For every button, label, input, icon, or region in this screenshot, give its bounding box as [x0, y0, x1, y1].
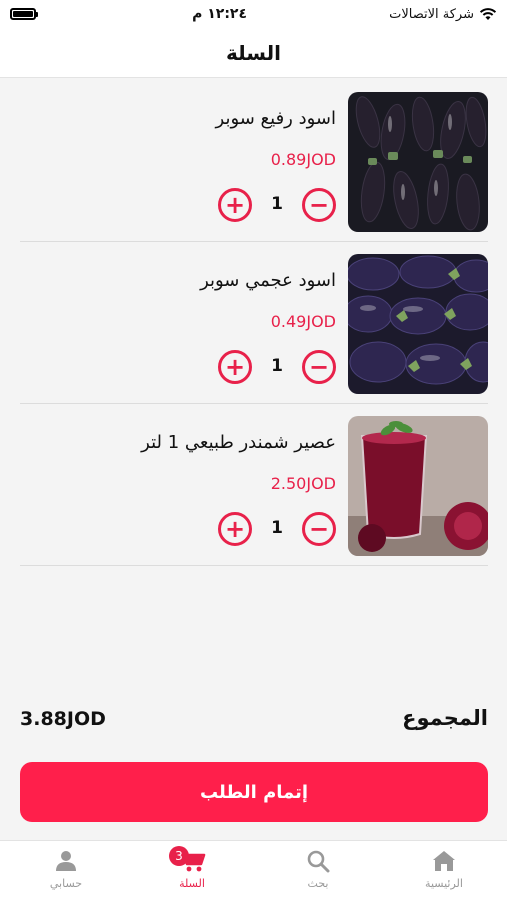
- cart-count-badge: 3: [169, 846, 189, 866]
- status-time: ١٢:٢٤ م: [192, 6, 248, 22]
- total-value: 3.88JOD: [20, 708, 106, 730]
- quantity-stepper: + 1 −: [218, 188, 336, 222]
- search-icon: [307, 850, 330, 873]
- minus-icon: −: [308, 353, 330, 381]
- product-image[interactable]: [348, 254, 488, 394]
- tab-bar: الرئيسية بحث 3 السلة حسابي: [0, 840, 507, 900]
- quantity-stepper: + 1 −: [218, 350, 336, 384]
- cart-item: اسود عجمي سوبر 0.49JOD + 1 −: [20, 242, 488, 404]
- decrease-quantity-button[interactable]: −: [302, 188, 336, 222]
- tab-home[interactable]: الرئيسية: [381, 841, 507, 900]
- tab-label: السلة: [179, 877, 205, 890]
- product-price: 0.49JOD: [270, 312, 336, 331]
- total-label: المجموع: [402, 706, 488, 730]
- tab-cart[interactable]: 3 السلة: [129, 841, 255, 900]
- product-price: 0.89JOD: [270, 150, 336, 169]
- tab-search[interactable]: بحث: [255, 841, 381, 900]
- status-bar: ١٢:٢٤ م شركة الاتصالات: [0, 0, 507, 28]
- minus-icon: −: [308, 515, 330, 543]
- minus-icon: −: [308, 191, 330, 219]
- tab-label: حسابي: [49, 877, 83, 890]
- checkout-button[interactable]: إتمام الطلب: [20, 762, 488, 822]
- cart-item: عصير شمندر طبيعي 1 لتر 2.50JOD + 1 −: [20, 404, 488, 566]
- header: السلة: [0, 28, 507, 78]
- carrier-name: شركة الاتصالات: [389, 6, 474, 22]
- quantity-stepper: + 1 −: [218, 512, 336, 546]
- product-image[interactable]: [348, 416, 488, 556]
- tab-label: بحث: [307, 877, 329, 890]
- product-name: اسود رفيع سوبر: [215, 108, 336, 129]
- product-price: 2.50JOD: [270, 474, 336, 493]
- cart-item: اسود رفيع سوبر 0.89JOD + 1 −: [20, 80, 488, 242]
- decrease-quantity-button[interactable]: −: [302, 350, 336, 384]
- tab-label: الرئيسية: [425, 877, 463, 890]
- page-title: السلة: [225, 40, 281, 65]
- tab-account[interactable]: حسابي: [3, 841, 129, 900]
- product-image[interactable]: [348, 92, 488, 232]
- decrease-quantity-button[interactable]: −: [302, 512, 336, 546]
- product-name: اسود عجمي سوبر: [200, 270, 336, 291]
- battery-icon: [10, 8, 38, 20]
- product-name: عصير شمندر طبيعي 1 لتر: [141, 432, 336, 453]
- order-total: المجموع 3.88JOD: [20, 706, 488, 736]
- home-icon: [433, 851, 455, 871]
- wifi-icon: [479, 8, 497, 20]
- user-icon: [56, 851, 76, 871]
